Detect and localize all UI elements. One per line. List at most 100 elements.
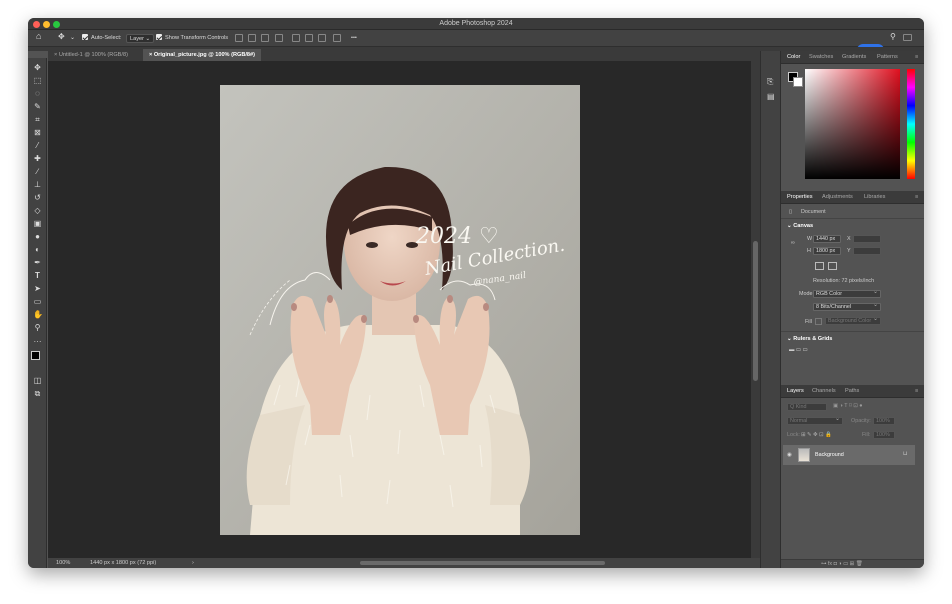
ruler-icon[interactable]: ▬ ▭ ▭ (789, 347, 808, 353)
frame-tool-icon[interactable]: ⊠ (33, 128, 42, 137)
more-options-button[interactable]: ••• (351, 34, 357, 43)
tab-paths[interactable]: Paths (845, 388, 859, 394)
brush-tool-icon[interactable]: ∕ (33, 167, 42, 176)
history-brush-tool-icon[interactable]: ↺ (33, 193, 42, 202)
divider (781, 218, 924, 219)
color-field-picker[interactable] (805, 69, 900, 179)
link-dimensions-icon[interactable]: ∞ (791, 240, 795, 246)
tab-untitled-1[interactable]: × Untitled-1 @ 100% (RGB/8) (48, 49, 134, 61)
vertical-scroll-thumb[interactable] (753, 241, 758, 381)
clone-stamp-tool-icon[interactable]: ⊥ (33, 180, 42, 189)
fill-field[interactable]: 100% (873, 431, 895, 439)
screen-mode-icon[interactable]: ⧉ (33, 389, 42, 398)
tab-libraries[interactable]: Libraries (864, 194, 885, 200)
canvas-section-header[interactable]: ⌄ Canvas (787, 223, 813, 229)
blur-tool-icon[interactable]: ● (33, 232, 42, 241)
fill-label: Fill (805, 319, 812, 325)
tab-color[interactable]: Color (787, 54, 800, 60)
align-bottom-icon[interactable] (318, 34, 326, 42)
options-bar: ⌂ ✥ ⌄ Auto-Select: Layer ⌄ Show Transfor… (28, 30, 924, 56)
quick-select-tool-icon[interactable]: ✎ (33, 102, 42, 111)
rectangle-tool-icon[interactable]: ▭ (33, 297, 42, 306)
quick-mask-icon[interactable]: ◫ (33, 376, 42, 385)
workspace-icon[interactable] (903, 34, 912, 41)
portrait-orientation-icon[interactable] (815, 262, 824, 270)
canvas-section-label: Canvas (793, 223, 814, 229)
status-menu-arrow[interactable]: › (192, 558, 194, 568)
auto-select-target-select[interactable]: Layer ⌄ (126, 34, 155, 43)
type-tool-icon[interactable]: T (33, 271, 42, 280)
tab-swatches[interactable]: Swatches (809, 54, 833, 60)
align-top-icon[interactable] (292, 34, 300, 42)
crop-tool-icon[interactable]: ⌗ (33, 115, 42, 124)
layer-kind-filter[interactable]: Q Kind (787, 403, 827, 411)
align-middle-icon[interactable] (305, 34, 313, 42)
height-field[interactable]: 1800 px (813, 247, 841, 255)
auto-select-checkbox[interactable]: Auto-Select: (82, 34, 121, 43)
align-left-icon[interactable] (235, 34, 243, 42)
bit-depth-select[interactable]: 8 Bits/Channel (813, 302, 881, 311)
lock-options-icons[interactable]: ⊞ ✎ ✥ ⊡ 🔒 (801, 432, 832, 438)
tab-original-picture[interactable]: × Original_picture.jpg @ 100% (RGB/8#) (143, 49, 262, 61)
dodge-tool-icon[interactable]: ◐ (33, 245, 42, 254)
panel-menu-icon[interactable]: ≡ (915, 388, 918, 394)
transform-controls-checkbox[interactable]: Show Transform Controls (156, 34, 228, 43)
width-field[interactable]: 1440 px (813, 235, 841, 243)
history-panel-icon[interactable]: ⎘ (767, 77, 773, 87)
more-tools-icon[interactable]: ··· (33, 337, 42, 346)
tool-preset-chevron-icon[interactable]: ⌄ (70, 34, 75, 43)
blend-mode-select[interactable]: Normal (787, 416, 843, 425)
tab-adjustments[interactable]: Adjustments (822, 194, 853, 200)
tab-label: Untitled-1 @ 100% (RGB/8) (58, 52, 128, 58)
horizontal-scroll-thumb[interactable] (360, 561, 605, 565)
document-image[interactable]: 2024 ♡ Nail Collection. @nana_nail (220, 85, 580, 535)
home-icon[interactable]: ⌂ (36, 32, 41, 41)
tab-gradients[interactable]: Gradients (842, 54, 866, 60)
zoom-tool-icon[interactable]: ⚲ (33, 323, 42, 332)
distribute-icon[interactable] (275, 34, 283, 42)
auto-select-target-value: Layer (130, 36, 144, 42)
path-select-tool-icon[interactable]: ➤ (33, 284, 42, 293)
eyedropper-tool-icon[interactable]: ⁄ (33, 141, 42, 150)
hand-tool-icon[interactable]: ✋ (33, 310, 43, 319)
foreground-color-swatch[interactable] (31, 351, 40, 360)
fill-select[interactable]: Background Color (825, 316, 881, 325)
lock-icon[interactable]: ⊔ (903, 451, 907, 457)
gradient-tool-icon[interactable]: ▣ (33, 219, 42, 228)
align-right-icon[interactable] (261, 34, 269, 42)
mode-select[interactable]: RGB Color (813, 289, 881, 298)
comments-panel-icon[interactable]: ▤ (767, 92, 775, 101)
panel-menu-icon[interactable]: ≡ (915, 194, 918, 200)
opacity-field[interactable]: 100% (873, 417, 895, 425)
layer-filter-icons[interactable]: ▣ ◑ T ⌑ ⊡ ● (833, 403, 862, 409)
eye-visibility-icon[interactable]: ◉ (787, 452, 792, 458)
eraser-tool-icon[interactable]: ◇ (33, 206, 42, 215)
panel-menu-icon[interactable]: ≡ (915, 54, 918, 60)
layers-footer: ⊶ fx ◘ ◑ ▭ ⊞ 🗑 (781, 559, 924, 568)
tab-patterns[interactable]: Patterns (877, 54, 898, 60)
pen-tool-icon[interactable]: ✒ (33, 258, 42, 267)
tab-layers[interactable]: Layers (787, 388, 804, 394)
fill-color-swatch[interactable] (815, 318, 822, 325)
layer-actions-icons[interactable]: ⊶ fx ◘ ◑ ▭ ⊞ 🗑 (821, 561, 863, 567)
lasso-tool-icon[interactable]: ◌ (33, 89, 42, 98)
rulers-grids-section-header[interactable]: ⌄ Rulers & Grids (787, 336, 832, 342)
move-tool-icon[interactable]: ✥ (33, 63, 42, 72)
y-field[interactable] (853, 247, 881, 255)
x-field[interactable] (853, 235, 881, 243)
tab-properties[interactable]: Properties (787, 194, 813, 200)
background-color-swatch[interactable] (793, 77, 803, 87)
vertical-scrollbar[interactable] (751, 61, 760, 558)
document-canvas[interactable]: 2024 ♡ Nail Collection. @nana_nail (48, 61, 751, 558)
align-center-icon[interactable] (248, 34, 256, 42)
healing-brush-tool-icon[interactable]: ✚ (33, 154, 42, 163)
tab-channels[interactable]: Channels (812, 388, 836, 394)
marquee-tool-icon[interactable]: ⬚ (33, 76, 42, 85)
search-icon[interactable]: ⚲ (890, 32, 896, 41)
hue-slider[interactable] (907, 69, 915, 179)
layer-row-background[interactable]: ◉ Background ⊔ (783, 445, 915, 465)
zoom-level[interactable]: 100% (56, 558, 70, 568)
move-tool-icon[interactable]: ✥ (58, 32, 65, 41)
distribute-vertical-icon[interactable] (333, 34, 341, 42)
landscape-orientation-icon[interactable] (828, 262, 837, 270)
